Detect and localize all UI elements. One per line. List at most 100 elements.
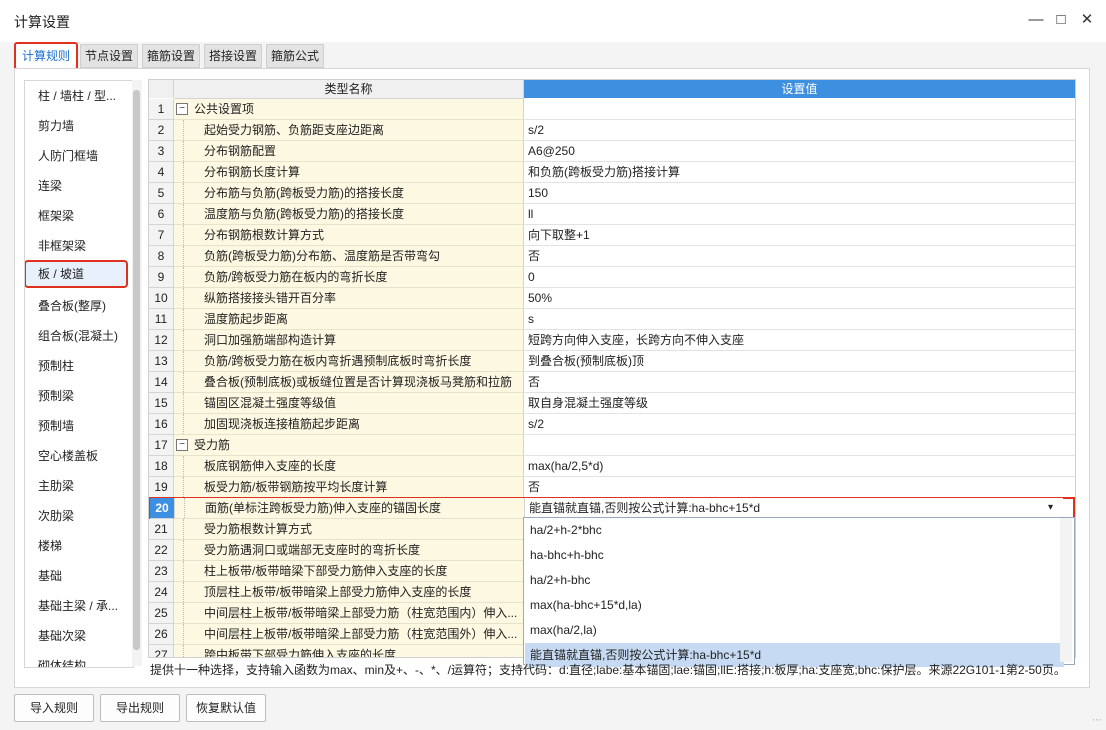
minimize-icon[interactable]: — <box>1026 10 1046 30</box>
row-setting-value[interactable] <box>524 435 1075 456</box>
list-item[interactable]: 柱 / 墙柱 / 型... <box>38 81 116 111</box>
row-setting-value[interactable]: s <box>524 309 1075 330</box>
value-dropdown[interactable]: ha/2+h-2*bhc ha-bhc+h-bhc ha/2+h-bhc max(ha… <box>523 517 1075 667</box>
list-item[interactable]: 楼梯 <box>38 531 62 561</box>
table-row[interactable]: 18 板底钢筋伸入支座的长度 max(ha/2,5*d) <box>149 456 1075 477</box>
list-item[interactable]: 次肋梁 <box>38 501 74 531</box>
row-setting-value[interactable]: 50% <box>524 288 1075 309</box>
dropdown-option[interactable]: max(ha-bhc+15*d,la) <box>525 593 1064 617</box>
table-row[interactable]: 11 温度筋起步距离 s <box>149 309 1075 330</box>
tab-stirrup-settings[interactable]: 箍筋设置 <box>142 44 200 68</box>
list-item[interactable]: 预制梁 <box>38 381 74 411</box>
tree-line <box>183 519 196 539</box>
row-setting-value[interactable]: 短跨方向伸入支座，长跨方向不伸入支座 <box>524 330 1075 351</box>
list-item[interactable]: 叠合板(整厚) <box>38 291 106 321</box>
dropdown-option[interactable]: max(ha/2,la) <box>525 618 1064 642</box>
grid-scrollbar[interactable] <box>1075 98 1076 657</box>
table-row[interactable]: 9 负筋/跨板受力筋在板内的弯折长度 0 <box>149 267 1075 288</box>
table-row[interactable]: 8 负筋(跨板受力筋)分布筋、温度筋是否带弯勾 否 <box>149 246 1075 267</box>
table-row[interactable]: 19 板受力筋/板带钢筋按平均长度计算 否 <box>149 477 1075 498</box>
row-setting-value[interactable]: 向下取整+1 <box>524 225 1075 246</box>
row-setting-value[interactable]: 150 <box>524 183 1075 204</box>
row-setting-value[interactable]: 0 <box>524 267 1075 288</box>
row-setting-value[interactable]: A6@250 <box>524 141 1075 162</box>
collapse-icon[interactable]: − <box>176 439 188 451</box>
list-item[interactable]: 空心楼盖板 <box>38 441 98 471</box>
row-number: 23 <box>149 561 174 582</box>
resize-grip-icon[interactable]: ⋯ <box>1092 715 1102 726</box>
list-item[interactable]: 框架梁 <box>38 201 74 231</box>
dropdown-option[interactable]: ha/2+h-2*bhc <box>525 518 1064 542</box>
header-type-name: 类型名称 <box>174 80 524 99</box>
table-row[interactable]: 7 分布钢筋根数计算方式 向下取整+1 <box>149 225 1075 246</box>
list-item[interactable]: 基础 <box>38 561 62 591</box>
maximize-icon[interactable]: □ <box>1051 10 1071 30</box>
list-item[interactable]: 人防门框墙 <box>38 141 98 171</box>
table-row[interactable]: 20 面筋(单标注跨板受力筋)伸入支座的锚固长度 能直锚就直锚,否则按公式计算:ha… <box>149 497 1075 520</box>
row-setting-value[interactable]: 否 <box>524 477 1075 498</box>
list-item[interactable]: 连梁 <box>38 171 62 201</box>
row-number: 8 <box>149 246 174 267</box>
row-setting-value[interactable]: s/2 <box>524 414 1075 435</box>
reset-default-button[interactable]: 恢复默认值 <box>186 694 266 722</box>
list-scrollbar[interactable] <box>132 80 142 666</box>
list-item[interactable]: 预制柱 <box>38 351 74 381</box>
row-setting-value[interactable]: ll <box>524 204 1075 225</box>
dropdown-scrollbar[interactable] <box>1060 518 1072 662</box>
dropdown-option[interactable]: ha-bhc+h-bhc <box>525 543 1064 567</box>
list-item[interactable]: 剪力墙 <box>38 111 74 141</box>
row-setting-value[interactable]: 否 <box>524 372 1075 393</box>
table-row[interactable]: 16 加固现浇板连接植筋起步距离 s/2 <box>149 414 1075 435</box>
table-row[interactable]: 17− 受力筋 <box>149 435 1075 456</box>
row-setting-value[interactable]: 能直锚就直锚,否则按公式计算:ha-bhc+15*d ▾ <box>525 498 1063 519</box>
list-item[interactable]: 预制墙 <box>38 411 74 441</box>
row-type-name: 中间层柱上板带/板带暗梁上部受力筋（柱宽范围外）伸入... <box>174 624 524 645</box>
row-type-name-text: 分布筋与负筋(跨板受力筋)的搭接长度 <box>204 186 404 200</box>
dropdown-option[interactable]: ha/2+h-bhc <box>525 568 1064 592</box>
table-row[interactable]: 6 温度筋与负筋(跨板受力筋)的搭接长度 ll <box>149 204 1075 225</box>
table-row[interactable]: 14 叠合板(预制底板)或板缝位置是否计算现浇板马凳筋和拉筋 否 <box>149 372 1075 393</box>
row-setting-value[interactable]: 和负筋(跨板受力筋)搭接计算 <box>524 162 1075 183</box>
tab-node-settings[interactable]: 节点设置 <box>80 44 138 68</box>
row-setting-value[interactable] <box>524 99 1075 120</box>
header-setting-value: 设置值 <box>524 80 1075 98</box>
list-scrollbar-thumb[interactable] <box>133 90 140 650</box>
list-item-slab-selected[interactable]: 板 / 坡道 <box>25 260 128 288</box>
row-type-name-text: 分布钢筋根数计算方式 <box>204 228 325 242</box>
table-row[interactable]: 15 锚固区混凝土强度等级值 取自身混凝土强度等级 <box>149 393 1075 414</box>
table-row[interactable]: 2 起始受力钢筋、负筋距支座边距离 s/2 <box>149 120 1075 141</box>
row-setting-value[interactable]: 否 <box>524 246 1075 267</box>
collapse-icon[interactable]: − <box>176 103 188 115</box>
tree-line <box>183 183 196 203</box>
dropdown-arrow-icon[interactable]: ▾ <box>1048 498 1053 518</box>
export-rules-button[interactable]: 导出规则 <box>100 694 180 722</box>
row-setting-value[interactable]: s/2 <box>524 120 1075 141</box>
table-row[interactable]: 4 分布钢筋长度计算 和负筋(跨板受力筋)搭接计算 <box>149 162 1075 183</box>
table-row[interactable]: 13 负筋/跨板受力筋在板内弯折遇预制底板时弯折长度 到叠合板(预制底板)顶 <box>149 351 1075 372</box>
close-icon[interactable]: ✕ <box>1077 10 1097 30</box>
row-setting-value[interactable]: 取自身混凝土强度等级 <box>524 393 1075 414</box>
table-row[interactable]: 1− 公共设置项 <box>149 99 1075 120</box>
tab-lap-settings[interactable]: 搭接设置 <box>204 44 262 68</box>
list-item[interactable]: 砌体结构 <box>38 651 86 667</box>
row-setting-value[interactable]: 到叠合板(预制底板)顶 <box>524 351 1075 372</box>
list-item[interactable]: 非框架梁 <box>38 231 86 261</box>
list-item[interactable]: 主肋梁 <box>38 471 74 501</box>
row-number: 11 <box>149 309 174 330</box>
list-item[interactable]: 基础主梁 / 承... <box>38 591 118 621</box>
tab-calc-rules[interactable]: 计算规则 <box>14 42 78 70</box>
list-item[interactable]: 组合板(混凝土) <box>38 321 118 351</box>
tab-stirrup-formula[interactable]: 箍筋公式 <box>266 44 324 68</box>
import-rules-button[interactable]: 导入规则 <box>14 694 94 722</box>
table-row[interactable]: 3 分布钢筋配置 A6@250 <box>149 141 1075 162</box>
tree-line <box>183 540 196 560</box>
tree-line <box>184 498 197 518</box>
row-number: 24 <box>149 582 174 603</box>
table-row[interactable]: 12 洞口加强筋端部构造计算 短跨方向伸入支座，长跨方向不伸入支座 <box>149 330 1075 351</box>
list-item[interactable]: 基础次梁 <box>38 621 86 651</box>
row-number: 10 <box>149 288 174 309</box>
table-row[interactable]: 5 分布筋与负筋(跨板受力筋)的搭接长度 150 <box>149 183 1075 204</box>
row-setting-value[interactable]: max(ha/2,5*d) <box>524 456 1075 477</box>
table-row[interactable]: 10 纵筋搭接接头错开百分率 50% <box>149 288 1075 309</box>
row-type-name-text: 洞口加强筋端部构造计算 <box>204 333 337 347</box>
